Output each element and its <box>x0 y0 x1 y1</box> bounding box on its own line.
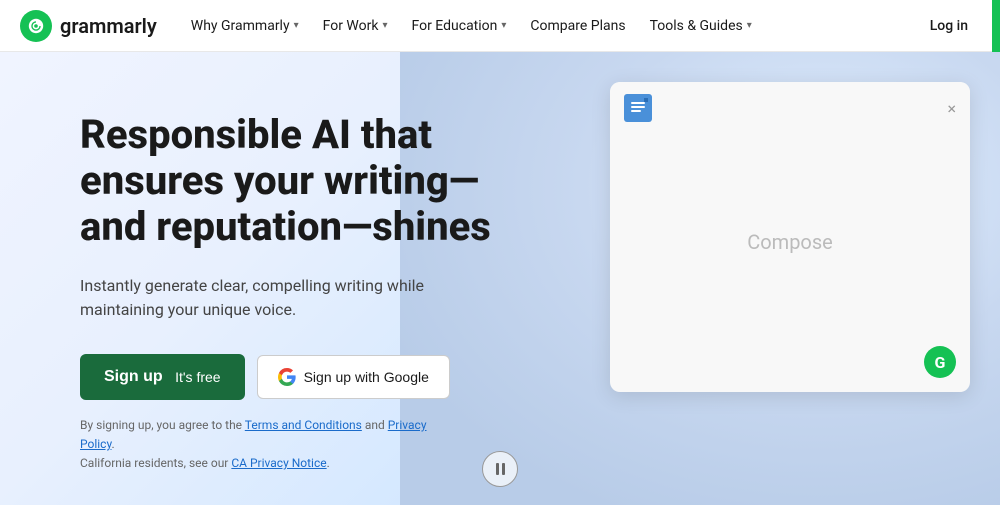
hero-content: Responsible AI that ensures your writing… <box>0 52 540 505</box>
disclaimer-text: By signing up, you agree to the Terms an… <box>80 416 460 474</box>
nav-compare-plans[interactable]: Compare Plans <box>520 12 635 40</box>
login-button[interactable]: Log in <box>918 12 980 40</box>
google-signup-label: Sign up with Google <box>304 369 429 385</box>
nav-tools-guides[interactable]: Tools & Guides ▾ <box>640 12 762 40</box>
logo[interactable]: grammarly <box>20 10 157 42</box>
chevron-down-icon: ▾ <box>294 20 299 31</box>
compose-card-area: × Compose G <box>610 82 970 392</box>
chevron-down-icon: ▾ <box>501 20 506 31</box>
hero-subtext: Instantly generate clear, compelling wri… <box>80 274 480 322</box>
card-header: × <box>610 82 970 132</box>
nav-for-education[interactable]: For Education ▾ <box>402 12 517 40</box>
cta-row: Sign up It's free Sign up with Google <box>80 354 540 400</box>
signup-label: Sign up <box>104 368 163 386</box>
compose-placeholder: Compose <box>610 132 970 352</box>
terms-link[interactable]: Terms and Conditions <box>245 418 362 432</box>
pause-icon <box>496 463 505 475</box>
google-icon <box>278 368 296 386</box>
grammarly-g-button[interactable]: G <box>924 346 956 378</box>
pause-button[interactable] <box>482 451 518 487</box>
hero-headline: Responsible AI that ensures your writing… <box>80 112 540 250</box>
chevron-down-icon: ▾ <box>382 20 387 31</box>
compose-card: × Compose G <box>610 82 970 392</box>
google-docs-icon <box>624 94 652 122</box>
chevron-down-icon: ▾ <box>747 20 752 31</box>
signup-free-label: It's free <box>175 369 220 385</box>
hero-section: Responsible AI that ensures your writing… <box>0 52 1000 505</box>
ca-privacy-link[interactable]: CA Privacy Notice <box>231 456 326 470</box>
logo-wordmark: grammarly <box>60 14 157 38</box>
green-bar-accent <box>992 0 1000 52</box>
nav-links: Why Grammarly ▾ For Work ▾ For Education… <box>181 12 918 40</box>
close-icon[interactable]: × <box>947 99 956 118</box>
nav-why-grammarly[interactable]: Why Grammarly ▾ <box>181 12 309 40</box>
navbar: grammarly Why Grammarly ▾ For Work ▾ For… <box>0 0 1000 52</box>
nav-right: Log in <box>918 12 980 40</box>
nav-for-work[interactable]: For Work ▾ <box>313 12 398 40</box>
google-signup-button[interactable]: Sign up with Google <box>257 355 450 399</box>
logo-icon <box>20 10 52 42</box>
signup-button[interactable]: Sign up It's free <box>80 354 245 400</box>
